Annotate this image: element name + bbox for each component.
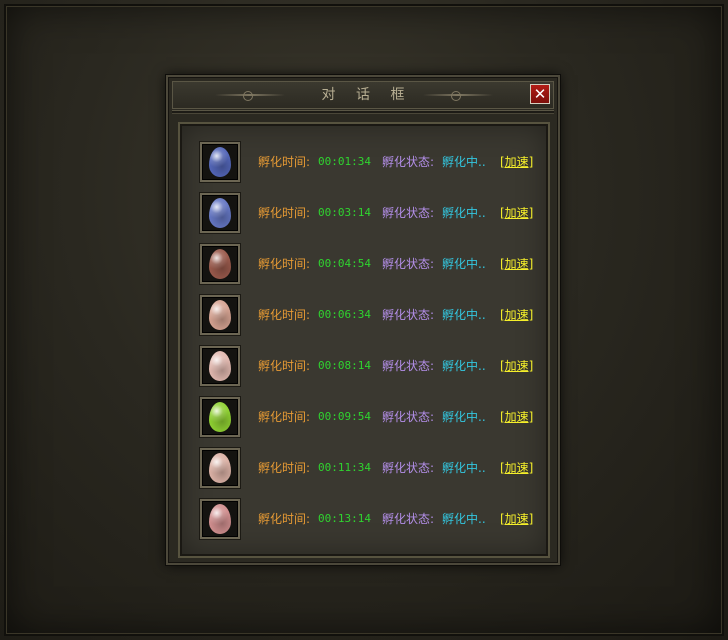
dialog-title: 对 话 框 — [321, 87, 413, 103]
egg-time-value: 00:11:34 — [318, 461, 371, 474]
egg-status-value: 孵化中.. — [442, 308, 486, 322]
egg-time-label: 孵化时间: — [258, 206, 311, 220]
egg-time-value: 00:03:14 — [318, 206, 371, 219]
egg-row: 孵化时间: 00:03:14 孵化状态: 孵化中.. [加速] — [200, 193, 540, 235]
pink-egg-icon — [209, 504, 231, 534]
title-divider — [172, 110, 554, 114]
blue-egg-icon — [209, 198, 231, 228]
ornament-right-icon — [423, 91, 493, 101]
egg-list-panel: 孵化时间: 00:01:34 孵化状态: 孵化中.. [加速] 孵化时间: 00:03:14… — [178, 122, 550, 558]
egg-slot[interactable] — [200, 346, 240, 386]
egg-slot[interactable] — [200, 397, 240, 437]
egg-row: 孵化时间: 00:06:34 孵化状态: 孵化中.. [加速] — [200, 295, 540, 337]
close-button[interactable]: ✕ — [530, 84, 550, 104]
egg-status-value: 孵化中.. — [442, 257, 486, 271]
egg-status-label: 孵化状态: — [382, 257, 435, 271]
egg-time-label: 孵化时间: — [258, 359, 311, 373]
speedup-button[interactable]: [加速] — [500, 154, 533, 170]
egg-slot[interactable] — [200, 295, 240, 335]
egg-row: 孵化时间: 00:04:54 孵化状态: 孵化中.. [加速] — [200, 244, 540, 286]
egg-slot[interactable] — [200, 499, 240, 539]
egg-row: 孵化时间: 00:13:14 孵化状态: 孵化中.. [加速] — [200, 499, 540, 541]
egg-time-value: 00:09:54 — [318, 410, 371, 423]
egg-time-label: 孵化时间: — [258, 155, 311, 169]
egg-status-label: 孵化状态: — [382, 410, 435, 424]
egg-time-label: 孵化时间: — [258, 461, 311, 475]
egg-row: 孵化时间: 00:09:54 孵化状态: 孵化中.. [加速] — [200, 397, 540, 439]
egg-status-label: 孵化状态: — [382, 461, 435, 475]
green-egg-icon — [209, 402, 231, 432]
speedup-button[interactable]: [加速] — [500, 358, 533, 374]
egg-row: 孵化时间: 00:08:14 孵化状态: 孵化中.. [加速] — [200, 346, 540, 388]
egg-time-value: 00:06:34 — [318, 308, 371, 321]
speedup-button[interactable]: [加速] — [500, 460, 533, 476]
egg-row: 孵化时间: 00:11:34 孵化状态: 孵化中.. [加速] — [200, 448, 540, 490]
egg-status-value: 孵化中.. — [442, 155, 486, 169]
speedup-button[interactable]: [加速] — [500, 511, 533, 527]
brown-egg-icon — [209, 249, 231, 279]
egg-status-label: 孵化状态: — [382, 206, 435, 220]
egg-status-label: 孵化状态: — [382, 308, 435, 322]
egg-status-value: 孵化中.. — [442, 410, 486, 424]
egg-time-label: 孵化时间: — [258, 512, 311, 526]
egg-time-value: 00:04:54 — [318, 257, 371, 270]
egg-time-value: 00:01:34 — [318, 155, 371, 168]
egg-status-value: 孵化中.. — [442, 206, 486, 220]
egg-status-label: 孵化状态: — [382, 155, 435, 169]
egg-time-label: 孵化时间: — [258, 308, 311, 322]
egg-time-label: 孵化时间: — [258, 410, 311, 424]
egg-status-value: 孵化中.. — [442, 359, 486, 373]
egg-slot[interactable] — [200, 244, 240, 284]
egg-time-value: 00:08:14 — [318, 359, 371, 372]
egg-status-value: 孵化中.. — [442, 461, 486, 475]
title-bar: 对 话 框 ✕ — [172, 81, 554, 109]
pink-egg-icon — [209, 351, 231, 381]
speedup-button[interactable]: [加速] — [500, 256, 533, 272]
pink-egg-icon — [209, 300, 231, 330]
egg-slot[interactable] — [200, 448, 240, 488]
egg-status-label: 孵化状态: — [382, 512, 435, 526]
speedup-button[interactable]: [加速] — [500, 307, 533, 323]
egg-time-value: 00:13:14 — [318, 512, 371, 525]
game-background: 对 话 框 ✕ 孵化时间: 00:01:34 孵化状态: 孵化中.. [加速] 孵化时间:… — [0, 0, 728, 640]
egg-slot[interactable] — [200, 142, 240, 182]
egg-status-value: 孵化中.. — [442, 512, 486, 526]
egg-row: 孵化时间: 00:01:34 孵化状态: 孵化中.. [加速] — [200, 142, 540, 184]
egg-time-label: 孵化时间: — [258, 257, 311, 271]
speedup-button[interactable]: [加速] — [500, 205, 533, 221]
speedup-button[interactable]: [加速] — [500, 409, 533, 425]
close-icon: ✕ — [533, 84, 547, 103]
dialog-window: 对 话 框 ✕ 孵化时间: 00:01:34 孵化状态: 孵化中.. [加速] 孵化时间:… — [166, 75, 560, 565]
blue-egg-icon — [209, 147, 231, 177]
egg-slot[interactable] — [200, 193, 240, 233]
pink-egg-icon — [209, 453, 231, 483]
egg-status-label: 孵化状态: — [382, 359, 435, 373]
